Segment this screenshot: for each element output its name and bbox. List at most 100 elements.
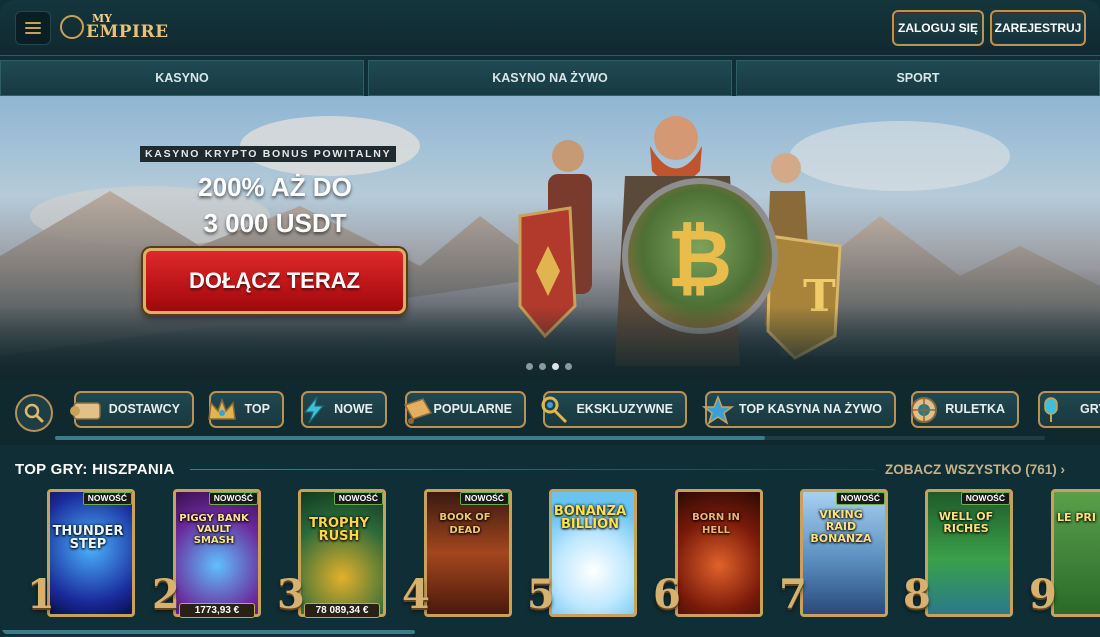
category-label: NOWE xyxy=(334,402,373,416)
carousel-dot[interactable] xyxy=(565,363,572,370)
game-thumbnail xyxy=(1051,489,1100,617)
new-badge: NOWOŚĆ xyxy=(835,492,885,505)
hamburger-icon xyxy=(25,22,41,34)
game-title: BORN IN HELL xyxy=(692,512,740,536)
game-title: PIGGY BANK VAULT SMASH xyxy=(179,513,249,546)
category-label: POPULARNE xyxy=(433,402,512,416)
promo-kicker: KASYNO KRYPTO BONUS POWITALNY xyxy=(140,146,397,162)
top-bar: MY EMPIRE ZALOGUJ SIĘ ZAREJESTRUJ xyxy=(0,0,1100,56)
rank-number: 3 xyxy=(277,571,305,618)
new-badge: NOWOŚĆ xyxy=(82,492,132,505)
game-card[interactable]: LE PRI xyxy=(1051,489,1100,617)
game-thumbnail xyxy=(298,489,386,617)
new-badge: NOWOŚĆ xyxy=(208,492,258,505)
category-game-shows[interactable]: GRY S xyxy=(1038,391,1100,428)
search-button[interactable] xyxy=(15,394,53,432)
category-scroll-thumb[interactable] xyxy=(55,436,765,440)
rank-number: 6 xyxy=(653,571,681,618)
carousel-dot-active[interactable] xyxy=(552,363,559,370)
category-label: GRY S xyxy=(1080,402,1100,416)
promo-headline-line2: 3 000 USDT xyxy=(203,208,347,238)
category-label: EKSKLUZYWNE xyxy=(576,402,673,416)
category-label: TOP xyxy=(244,402,270,416)
game-card[interactable]: TROPHY RUSH NOWOŚĆ 78 089,34 € xyxy=(298,489,386,618)
category-roulette[interactable]: RULETKA xyxy=(911,391,1019,428)
see-all-label: ZOBACZ WSZYSTKO (761) xyxy=(885,462,1057,477)
game-title: BOOK OF DEAD xyxy=(439,512,491,536)
main-nav: KASYNO KASYNO NA ŻYWO SPORT xyxy=(0,60,1100,96)
category-popular[interactable]: POPULARNE xyxy=(403,391,526,428)
game-thumbnail xyxy=(925,489,1013,617)
category-label: TOP KASYNA NA ŻYWO xyxy=(738,402,882,416)
games-scroll-thumb[interactable] xyxy=(0,630,415,634)
scroll-icon xyxy=(68,391,106,429)
rank-number: 8 xyxy=(903,571,931,618)
game-card[interactable]: BORN IN HELL xyxy=(675,489,763,617)
category-new[interactable]: NOWE xyxy=(301,391,387,428)
game-card[interactable]: BOOK OF DEAD NOWOŚĆ xyxy=(424,489,512,617)
rank-number: 4 xyxy=(402,571,430,618)
new-badge: NOWOŚĆ xyxy=(333,492,383,505)
carousel-dot[interactable] xyxy=(539,363,546,370)
key-icon xyxy=(537,391,575,429)
game-card[interactable]: VIKING RAID BONANZA NOWOŚĆ xyxy=(800,489,888,617)
game-title: VIKING RAID BONANZA xyxy=(810,508,872,545)
game-title: BONANZA BILLION xyxy=(553,504,627,532)
game-title: LE PRI xyxy=(1057,511,1096,524)
rank-number: 1 xyxy=(27,571,55,618)
category-exclusive[interactable]: EKSKLUZYWNE xyxy=(541,391,687,428)
register-button[interactable]: ZAREJESTRUJ xyxy=(990,10,1086,46)
carousel-dots xyxy=(526,363,572,370)
hero-banner[interactable]: T ₿ KASYNO KRYPTO BONUS POWITALNY 200% A… xyxy=(0,96,1100,381)
game-thumbnail xyxy=(173,489,261,617)
section-divider xyxy=(190,469,875,470)
star-icon xyxy=(699,391,737,429)
game-thumbnail xyxy=(47,489,135,617)
category-top-live-casino[interactable]: TOP KASYNA NA ŻYWO xyxy=(701,391,896,428)
game-title: TROPHY RUSH xyxy=(309,516,369,544)
logo[interactable]: MY EMPIRE xyxy=(60,8,169,46)
game-card[interactable]: BONANZA BILLION xyxy=(549,489,637,617)
jackpot-amount: 78 089,34 € xyxy=(304,603,380,618)
new-badge: NOWOŚĆ xyxy=(960,492,1010,505)
horn-icon xyxy=(399,391,437,429)
logo-line2: EMPIRE xyxy=(86,22,169,42)
carousel-dot[interactable] xyxy=(526,363,533,370)
jackpot-amount: 1773,93 € xyxy=(179,603,255,618)
game-title: THUNDER STEP xyxy=(52,524,124,552)
game-title: WELL OF RICHES xyxy=(938,510,994,535)
crown-icon xyxy=(203,391,241,429)
tab-casino[interactable]: KASYNO xyxy=(0,60,364,96)
tab-live-casino[interactable]: KASYNO NA ŻYWO xyxy=(368,60,732,96)
svg-text:₿: ₿ xyxy=(667,212,732,305)
login-button[interactable]: ZALOGUJ SIĘ xyxy=(892,10,984,46)
casino-page: MY EMPIRE ZALOGUJ SIĘ ZAREJESTRUJ KASYNO… xyxy=(0,0,1100,637)
roulette-icon xyxy=(905,391,943,429)
new-badge: NOWOŚĆ xyxy=(459,492,509,505)
rank-number: 5 xyxy=(527,571,555,618)
see-all-link[interactable]: ZOBACZ WSZYSTKO (761) › xyxy=(885,462,1065,477)
game-card[interactable]: WELL OF RICHES NOWOŚĆ xyxy=(925,489,1013,617)
rank-number: 7 xyxy=(779,571,807,618)
game-card[interactable]: PIGGY BANK VAULT SMASH NOWOŚĆ 1773,93 € xyxy=(173,489,261,618)
game-thumbnail xyxy=(424,489,512,617)
category-bar: DOSTAWCY TOP NOWE POPULARNE EKSKLUZYWNE xyxy=(0,381,1100,445)
category-providers[interactable]: DOSTAWCY xyxy=(70,391,194,428)
promo-headline-line1: 200% AŻ DO xyxy=(198,172,352,202)
helmet-emblem-icon xyxy=(60,15,84,39)
search-icon xyxy=(24,403,44,423)
category-label: RULETKA xyxy=(945,402,1005,416)
category-label: DOSTAWCY xyxy=(108,402,180,416)
tab-sport[interactable]: SPORT xyxy=(736,60,1100,96)
rank-number: 2 xyxy=(152,571,180,618)
game-card[interactable]: THUNDER STEP NOWOŚĆ xyxy=(47,489,135,617)
section-title: TOP GRY: HISZPANIA xyxy=(15,461,175,478)
game-thumbnail xyxy=(675,489,763,617)
chevron-right-icon: › xyxy=(1060,462,1066,477)
rank-number: 9 xyxy=(1029,571,1057,618)
category-top[interactable]: TOP xyxy=(208,391,284,428)
microphone-icon xyxy=(1032,391,1070,429)
menu-button[interactable] xyxy=(15,11,51,45)
lightning-icon xyxy=(295,391,333,429)
join-now-button[interactable]: DOŁĄCZ TERAZ xyxy=(143,248,406,314)
